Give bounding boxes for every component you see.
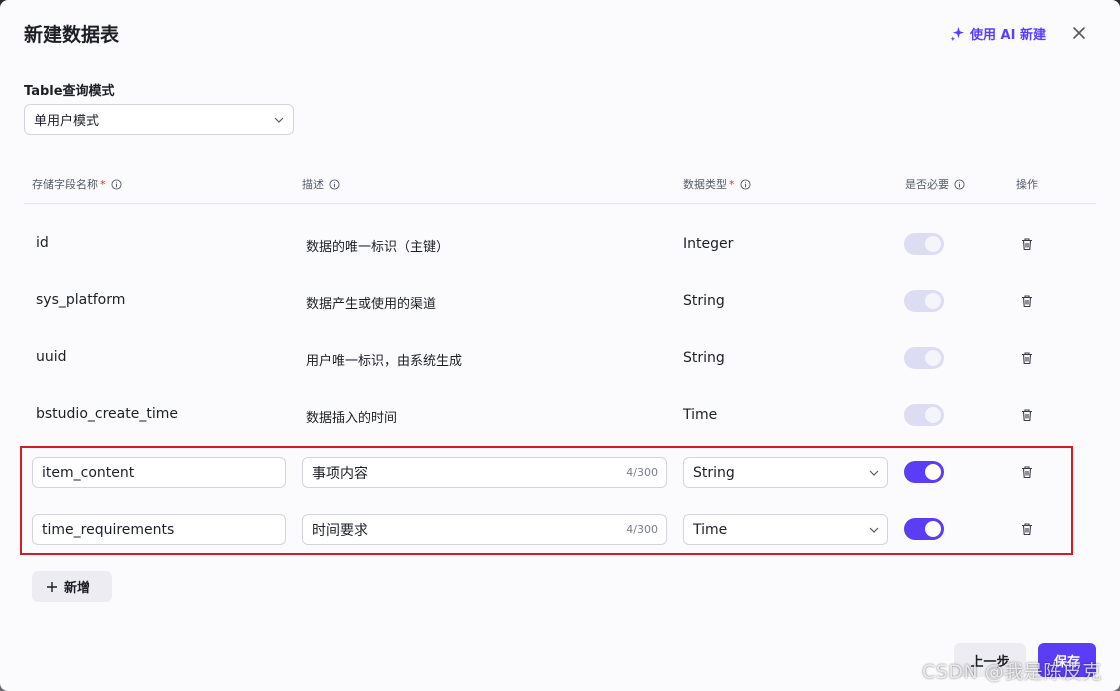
required-toggle bbox=[904, 233, 944, 255]
annotation-highlight-box bbox=[20, 446, 1073, 555]
field-description: 用户唯一标识，由系统生成 bbox=[306, 354, 463, 369]
plus-icon bbox=[47, 581, 57, 592]
sparkle-icon bbox=[950, 26, 965, 41]
header-field-name-label: 存储字段名称 bbox=[32, 178, 98, 191]
required-mark: * bbox=[729, 177, 735, 191]
header-data-type-label: 数据类型 bbox=[683, 178, 727, 191]
header-description-label: 描述 bbox=[302, 178, 324, 191]
close-icon[interactable] bbox=[1070, 24, 1088, 42]
field-type: String bbox=[683, 293, 725, 309]
query-mode-select[interactable]: 单用户模式 bbox=[24, 104, 294, 135]
header-required-label: 是否必要 bbox=[905, 178, 949, 191]
header-required: 是否必要 bbox=[905, 176, 965, 192]
trash-icon[interactable] bbox=[1020, 351, 1034, 365]
new-table-dialog: 新建数据表 使用 AI 新建 Table查询模式 单用户模式 存储字段名称 * … bbox=[0, 0, 1120, 691]
query-mode-value: 单用户模式 bbox=[34, 114, 100, 129]
info-icon[interactable] bbox=[739, 178, 751, 190]
add-field-button[interactable]: 新增 bbox=[32, 571, 112, 602]
required-toggle bbox=[904, 347, 944, 369]
ai-create-label: 使用 AI 新建 bbox=[970, 28, 1046, 43]
chevron-down-icon bbox=[274, 117, 284, 123]
field-name: bstudio_create_time bbox=[36, 406, 178, 422]
watermark: CSDN @我是陈皮克 bbox=[922, 661, 1102, 683]
field-type: Integer bbox=[683, 236, 734, 252]
field-type: Time bbox=[683, 407, 718, 423]
field-description: 数据的唯一标识（主键） bbox=[306, 240, 450, 255]
info-icon[interactable] bbox=[954, 178, 965, 190]
info-icon[interactable] bbox=[329, 178, 340, 190]
field-description: 数据产生或使用的渠道 bbox=[306, 297, 437, 312]
header-action: 操作 bbox=[1016, 176, 1038, 192]
ai-create-button[interactable]: 使用 AI 新建 bbox=[950, 24, 1046, 43]
trash-icon[interactable] bbox=[1020, 294, 1034, 308]
dialog-title: 新建数据表 bbox=[24, 24, 120, 46]
required-mark: * bbox=[100, 177, 106, 191]
header-field-name: 存储字段名称 * bbox=[32, 176, 122, 192]
trash-icon[interactable] bbox=[1020, 237, 1034, 251]
info-icon[interactable] bbox=[110, 178, 122, 190]
field-name: id bbox=[36, 235, 49, 251]
required-toggle bbox=[904, 290, 944, 312]
field-name: sys_platform bbox=[36, 292, 126, 308]
header-data-type: 数据类型 * bbox=[683, 176, 751, 192]
query-mode-label: Table查询模式 bbox=[24, 84, 115, 99]
header-action-label: 操作 bbox=[1016, 178, 1038, 191]
field-type: String bbox=[683, 350, 725, 366]
required-toggle bbox=[904, 404, 944, 426]
field-name: uuid bbox=[36, 349, 67, 365]
header-divider bbox=[24, 203, 1096, 204]
header-description: 描述 bbox=[302, 176, 340, 192]
add-field-label: 新增 bbox=[64, 581, 91, 596]
field-description: 数据插入的时间 bbox=[306, 411, 398, 426]
trash-icon[interactable] bbox=[1020, 408, 1034, 422]
